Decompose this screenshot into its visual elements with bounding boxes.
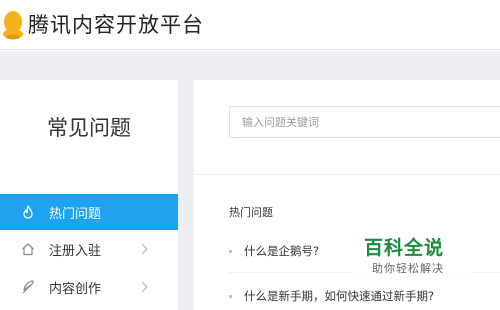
- sidebar-item-content-creation[interactable]: 内容创作: [0, 269, 178, 305]
- feather-icon: [22, 280, 34, 294]
- sidebar-item-registration[interactable]: 注册入驻: [0, 231, 178, 267]
- chevron-right-icon: [141, 243, 148, 255]
- chevron-right-icon: [141, 281, 148, 293]
- sidebar-item-label: 内容创作: [49, 281, 102, 297]
- bullet-dot: [229, 294, 232, 298]
- sidebar-title: 常见问题: [47, 116, 131, 140]
- home-icon: [22, 243, 34, 256]
- section-title: 热门问题: [229, 206, 273, 219]
- divider: [194, 174, 500, 175]
- sidebar-item-hot-questions[interactable]: 热门问题: [0, 194, 178, 230]
- search-input[interactable]: [229, 106, 500, 138]
- watermark-subtitle: 助你轻松解决: [372, 262, 444, 275]
- flame-icon: [23, 205, 33, 219]
- sidebar-item-label: 注册入驻: [49, 243, 102, 259]
- faq-item-text: 什么是企鹅号?: [244, 244, 320, 258]
- grey-band: [0, 51, 500, 80]
- brand-title[interactable]: 腾讯内容开放平台: [28, 10, 204, 40]
- watermark-title: 百科全说: [364, 237, 445, 259]
- watermark: 百科全说 助你轻松解决: [352, 234, 472, 284]
- sidebar: 常见问题 热门问题 注册入驻 内容创作: [0, 80, 178, 310]
- sidebar-item-label: 热门问题: [49, 206, 102, 222]
- faq-item-text: 什么是新手期，如何快速通过新手期?: [244, 289, 435, 303]
- faq-item[interactable]: 什么是新手期，如何快速通过新手期?: [229, 282, 500, 310]
- column-gutter: [178, 80, 194, 310]
- penguin-logo-icon[interactable]: [2, 10, 24, 40]
- top-header: 腾讯内容开放平台: [0, 0, 500, 50]
- bullet-dot: [229, 249, 232, 253]
